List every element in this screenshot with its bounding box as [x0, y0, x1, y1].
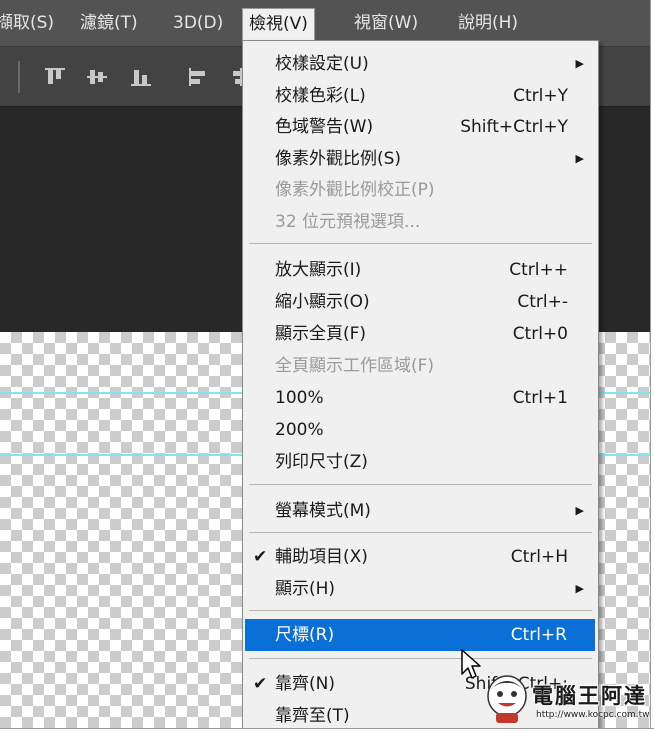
- image-border-bottom: [0, 728, 654, 732]
- menu-item-screen-mode[interactable]: 螢幕模式(M) ▶: [243, 495, 598, 527]
- mascot-logo-icon: [484, 672, 530, 724]
- menu-3d[interactable]: 3D(D): [171, 10, 225, 38]
- align-bottom-edges-icon[interactable]: [130, 67, 152, 87]
- menu-item-fit-on-screen[interactable]: 顯示全頁(F) Ctrl+0: [243, 318, 598, 350]
- align-top-edges-icon[interactable]: [44, 67, 66, 87]
- menu-item-zoom-out[interactable]: 縮小顯示(O) Ctrl+-: [243, 286, 598, 318]
- menu-item-pixel-aspect-correction: 像素外觀比例校正(P): [275, 180, 435, 200]
- menu-separator: [249, 243, 592, 244]
- menu-separator: [249, 532, 592, 533]
- menu-filter[interactable]: 濾鏡(T): [78, 10, 140, 38]
- submenu-arrow-icon: ▶: [575, 152, 584, 165]
- menu-item-show[interactable]: 顯示(H) ▶: [243, 573, 598, 605]
- menu-window[interactable]: 視窗(W): [352, 10, 420, 38]
- align-vertical-centers-icon[interactable]: [86, 67, 108, 87]
- menu-separator: [249, 658, 592, 659]
- menu-separator: [249, 610, 592, 611]
- checkmark-icon: ✔: [253, 674, 268, 694]
- menu-item-proof-colors[interactable]: 校樣色彩(L) Ctrl+Y: [243, 80, 598, 112]
- menu-item-extras[interactable]: ✔ 輔助項目(X) Ctrl+H: [243, 541, 598, 573]
- menu-item-200-percent[interactable]: 200%: [243, 414, 598, 446]
- menu-item-fit-artboard: 全頁顯示工作區域(F): [275, 356, 435, 376]
- view-menu-dropdown: 校樣設定(U) ▶ 校樣色彩(L) Ctrl+Y 色域警告(W) Shift+C…: [242, 40, 599, 728]
- menu-item-proof-setup[interactable]: 校樣設定(U) ▶: [243, 48, 598, 80]
- submenu-arrow-icon: ▶: [575, 57, 584, 70]
- menu-view[interactable]: 檢視(V): [242, 8, 315, 40]
- watermark: 電腦王阿達 http://www.kocpc.com.tw: [484, 672, 650, 728]
- mouse-pointer-icon: [460, 648, 484, 682]
- watermark-title: 電腦王阿達: [532, 684, 647, 708]
- menu-separator: [249, 484, 592, 485]
- menu-help[interactable]: 說明(H): [456, 10, 520, 38]
- menu-item-gamut-warning[interactable]: 色域警告(W) Shift+Ctrl+Y: [243, 111, 598, 143]
- menu-item-print-size[interactable]: 列印尺寸(Z): [243, 446, 598, 478]
- submenu-arrow-icon: ▶: [575, 582, 584, 595]
- align-left-edges-icon[interactable]: [188, 67, 210, 87]
- checkmark-icon: ✔: [253, 547, 268, 567]
- menu-item-32bit-preview: 32 位元預視選項...: [275, 212, 421, 232]
- watermark-url: http://www.kocpc.com.tw: [536, 710, 650, 720]
- app-window: 擷取(S) 濾鏡(T) 3D(D) 檢視(V) 視窗(W) 說明(H) 校樣設定…: [0, 0, 650, 728]
- menu-item-rulers[interactable]: 尺標(R) Ctrl+R: [245, 619, 595, 651]
- menu-item-zoom-in[interactable]: 放大顯示(I) Ctrl++: [243, 254, 598, 286]
- menu-item-pixel-aspect-ratio[interactable]: 像素外觀比例(S) ▶: [243, 143, 598, 175]
- menu-item-100-percent[interactable]: 100% Ctrl+1: [243, 382, 598, 414]
- menu-select[interactable]: 擷取(S): [0, 10, 56, 38]
- options-bar-grip[interactable]: [18, 61, 20, 93]
- image-border-right: [650, 0, 654, 732]
- submenu-arrow-icon: ▶: [575, 504, 584, 517]
